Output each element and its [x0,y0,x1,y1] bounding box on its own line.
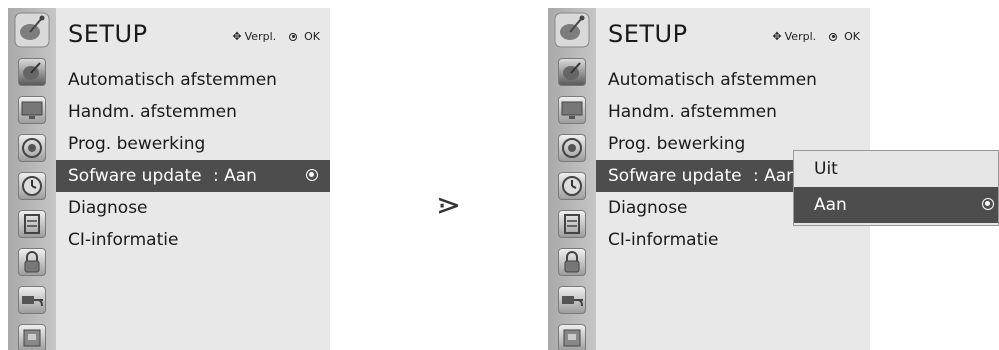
ok-button-icon [289,32,298,41]
menu-items: Automatisch afstemmen Handm. afstemmen P… [56,64,330,256]
software-update-options-popup: Uit Aan [793,150,999,226]
menu-item-label: Prog. bewerking [68,134,206,154]
navigation-hint: ✥ Verpl. OK [232,30,320,43]
menu-item-label: Handm. afstemmen [608,102,777,122]
audio-icon[interactable] [18,134,46,162]
menu-item-prog-edit[interactable]: Prog. bewerking [56,128,330,160]
option-label: Aan [814,195,847,215]
hint-ok-label: OK [844,30,860,43]
menu-item-label: Diagnose [68,198,148,218]
menu-item-value: : Aan [753,166,797,186]
menu-title: SETUP [608,20,688,48]
input-icon[interactable] [18,286,46,314]
next-step-arrow: ⋗ [436,188,462,223]
menu-item-label: CI-informatie [608,230,719,250]
hint-move-label: Verpl. [784,30,817,43]
option-icon[interactable] [558,210,586,238]
menu-item-software-update[interactable]: Sofware update : Aan [56,160,330,192]
menu-item-ci-info[interactable]: CI-informatie [596,224,870,256]
lock-icon[interactable] [558,248,586,276]
menu-icon-bar [8,8,56,350]
menu-icon-bar [548,8,596,350]
move-arrows-icon: ✥ [232,30,242,43]
menu-item-label: Sofware update [608,166,742,186]
navigation-hint: ✥ Verpl. OK [772,30,860,43]
setup-menu-screen-left: SETUP ✥ Verpl. OK Automatisch afstemmen … [8,8,330,350]
setup-satellite-icon [14,12,50,48]
menu-item-label: Handm. afstemmen [68,102,237,122]
picture-icon[interactable] [18,96,46,124]
menu-item-manual-tuning[interactable]: Handm. afstemmen [596,96,870,128]
menu-title-bar: SETUP ✥ Verpl. OK [596,8,870,62]
menu-item-label: Sofware update [68,166,202,186]
option-uit[interactable]: Uit [794,151,998,187]
menu-title: SETUP [68,20,148,48]
selected-radio-icon [306,169,318,181]
hint-ok-label: OK [304,30,320,43]
menu-item-auto-tuning[interactable]: Automatisch afstemmen [56,64,330,96]
time-icon[interactable] [18,172,46,200]
audio-icon[interactable] [558,134,586,162]
setup-icon[interactable] [18,58,46,86]
menu-item-value: : Aan [213,166,257,186]
option-label: Uit [814,159,838,179]
menu-item-manual-tuning[interactable]: Handm. afstemmen [56,96,330,128]
move-arrows-icon: ✥ [772,30,782,43]
hint-move-label: Verpl. [244,30,277,43]
menu-item-label: Automatisch afstemmen [608,70,817,90]
lock-icon[interactable] [18,248,46,276]
usb-icon[interactable] [558,324,586,350]
option-aan[interactable]: Aan [794,187,998,223]
option-icon[interactable] [18,210,46,238]
menu-item-label: Automatisch afstemmen [68,70,277,90]
menu-item-auto-tuning[interactable]: Automatisch afstemmen [596,64,870,96]
ok-button-icon [829,32,838,41]
setup-icon[interactable] [558,58,586,86]
menu-item-ci-info[interactable]: CI-informatie [56,224,330,256]
menu-title-bar: SETUP ✥ Verpl. OK [56,8,330,62]
usb-icon[interactable] [18,324,46,350]
menu-item-label: Prog. bewerking [608,134,746,154]
selected-radio-icon [982,198,994,210]
menu-item-label: Diagnose [608,198,688,218]
menu-item-diagnostics[interactable]: Diagnose [56,192,330,224]
input-icon[interactable] [558,286,586,314]
picture-icon[interactable] [558,96,586,124]
setup-satellite-icon [554,12,590,48]
menu-item-label: CI-informatie [68,230,179,250]
time-icon[interactable] [558,172,586,200]
